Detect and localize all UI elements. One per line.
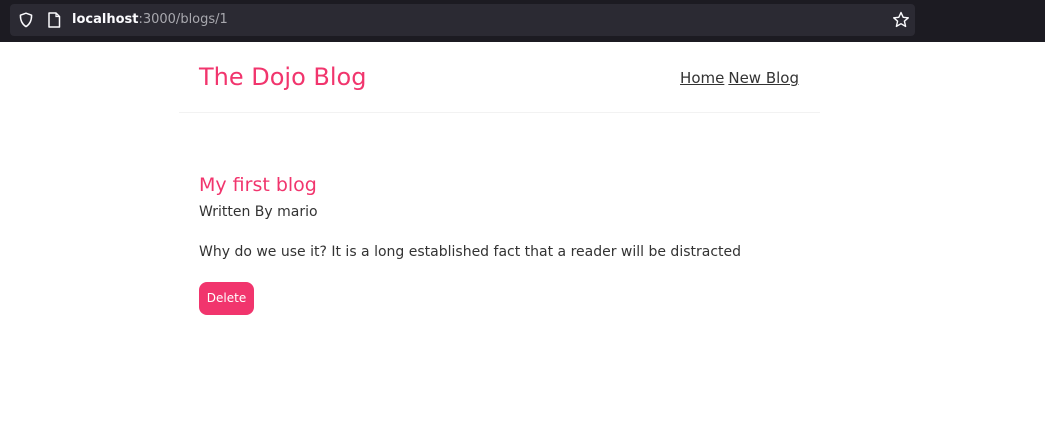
site-title: The Dojo Blog [199,63,367,91]
nav-link-new-blog[interactable]: New Blog [728,69,799,87]
shield-icon[interactable] [18,12,34,28]
blog-details: My first blog Written By mario Why do we… [199,172,799,315]
url-text[interactable]: localhost:3000/blogs/1 [72,12,228,28]
nav-link-home[interactable]: Home [680,69,724,87]
star-icon[interactable] [892,11,910,29]
url-path: :3000/blogs/1 [138,12,228,27]
blog-body: Why do we use it? It is a long establish… [199,244,742,260]
url-bar[interactable]: localhost:3000/blogs/1 [10,4,915,36]
browser-toolbar: localhost:3000/blogs/1 [0,0,1045,42]
page-icon[interactable] [47,12,61,28]
blog-author: Written By mario [199,204,318,220]
page-content: The Dojo Blog Home New Blog My first blog… [0,42,1045,426]
navbar: The Dojo Blog Home New Blog [179,42,820,113]
nav-links: Home New Blog [680,68,799,88]
blog-title: My first blog [199,174,317,196]
url-host: localhost [72,12,139,27]
delete-button[interactable]: Delete [199,282,254,315]
